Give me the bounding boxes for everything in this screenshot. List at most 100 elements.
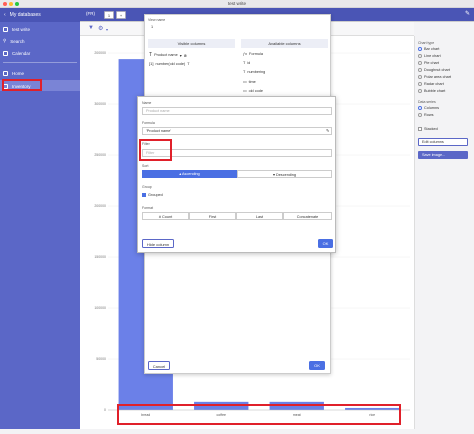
radio-icon (418, 75, 422, 79)
option-label: Radar chart (424, 82, 444, 86)
format-first[interactable]: First (189, 212, 236, 220)
text-icon: T (187, 61, 190, 66)
y-tick-label: 100000 (94, 306, 106, 310)
sort-ascending-button[interactable]: ▴ Ascending (142, 170, 237, 178)
settings-icon[interactable]: ⊗ (184, 53, 187, 58)
checkbox-checked-icon (142, 193, 146, 197)
y-tick-label: 200000 (94, 204, 106, 208)
database-icon (3, 26, 8, 32)
calendar-icon (3, 50, 8, 56)
available-column-item[interactable]: ▭ time (243, 79, 256, 85)
highlight-inventory (2, 79, 42, 91)
sidebar-item-database[interactable]: test write (3, 25, 30, 33)
sort-descending-label: Descending (275, 173, 297, 177)
option-label: Columns (424, 106, 439, 110)
view-tab-1[interactable]: 1 (104, 11, 114, 19)
radio-icon (418, 61, 422, 65)
chart-type-bubble[interactable]: Bubble chart (418, 89, 445, 93)
view-name-input[interactable]: 1 (148, 24, 328, 32)
gear-icon[interactable]: ⚙ (98, 25, 103, 32)
chart-type-polar[interactable]: Polar area chart (418, 75, 451, 79)
visible-column-item[interactable]: T Product name ▾ ⊗ (149, 52, 187, 58)
hide-column-button[interactable]: Hide column (142, 239, 174, 248)
chart-type-radar[interactable]: Radar chart (418, 82, 444, 86)
dialog-ok-button[interactable]: OK (318, 239, 333, 248)
formula-edit-icon[interactable]: ✎ (326, 128, 329, 133)
home-icon (3, 70, 8, 76)
option-label: Bar chart (424, 47, 440, 51)
sidebar: ‹ My databases test write ⚲ Search Calen… (0, 8, 80, 429)
data-series-heading: Data series (418, 100, 436, 104)
group-label: Group (142, 185, 152, 189)
format-last[interactable]: Last (236, 212, 283, 220)
available-column-item[interactable]: Tid (243, 61, 250, 65)
y-tick-label: 300000 (94, 102, 106, 106)
sidebar-item-home[interactable]: Home (3, 69, 24, 77)
filter-icon[interactable]: ▼ (88, 25, 94, 31)
number-icon: ▭ (243, 89, 247, 93)
back-to-databases[interactable]: ‹ My databases (0, 8, 80, 22)
radio-icon (418, 47, 422, 51)
available-column-item[interactable]: ƒx Formula (243, 52, 263, 56)
chart-options-panel: Chart type Bar chart Line chart Pie char… (414, 36, 474, 429)
sidebar-divider (3, 62, 77, 63)
column-label: Product name (154, 53, 178, 57)
series-columns[interactable]: Columns (418, 106, 439, 110)
formula-label: Formula (142, 121, 155, 125)
save-image-button[interactable]: Save image... (418, 151, 468, 159)
view-name-label: View name (148, 18, 166, 22)
chart-type-heading: Chart type (418, 41, 435, 45)
y-tick-label: 0 (104, 408, 106, 412)
available-column-item[interactable]: ▭ old code (243, 88, 263, 94)
chevron-down-icon[interactable]: ▾ (180, 53, 182, 58)
radio-icon (418, 68, 422, 72)
series-rows[interactable]: Rows (418, 113, 434, 117)
stacked-checkbox[interactable]: Stacked (418, 127, 438, 131)
name-label: Name (142, 101, 152, 105)
option-label: Pie chart (424, 61, 439, 65)
chart-type-doughnut[interactable]: Doughnut chart (418, 68, 450, 72)
number-icon: [1] (149, 61, 154, 66)
sort-descending-button[interactable]: ▾ Descending (237, 170, 332, 178)
format-label: Format (142, 206, 154, 210)
column-edit-dialog: Name Product name Formula 'Product name'… (137, 96, 336, 253)
window-titlebar: test write (0, 0, 474, 8)
chart-type-bar[interactable]: Bar chart (418, 47, 439, 51)
edit-columns-button[interactable]: Edit columns (418, 138, 468, 146)
checkbox-icon (418, 127, 422, 131)
option-label: Rows (424, 113, 434, 117)
radio-icon (418, 54, 422, 58)
chart-type-line[interactable]: Line chart (418, 54, 441, 58)
column-label: id (247, 61, 251, 65)
available-column-item[interactable]: Tnumbering (243, 70, 265, 74)
chevron-down-icon[interactable]: ▾ (106, 27, 108, 32)
wrench-icon[interactable]: ✎ (465, 10, 470, 17)
name-input[interactable]: Product name (142, 107, 332, 115)
highlight-categories (117, 404, 401, 425)
visible-column-item[interactable]: [1] number(old code) T (149, 61, 190, 66)
sidebar-item-label: test write (12, 26, 31, 32)
search-icon: ⚲ (3, 38, 7, 43)
add-view-button[interactable]: + (116, 11, 126, 19)
format-concatenate[interactable]: Concatenate (283, 212, 332, 220)
sort-label: Sort (142, 164, 149, 168)
format-count[interactable]: # Count (142, 212, 189, 220)
sidebar-item-calendar[interactable]: Calendar (3, 49, 30, 57)
sidebar-item-search[interactable]: ⚲ Search (3, 37, 25, 45)
ok-button[interactable]: OK (309, 361, 325, 370)
chart-type-pie[interactable]: Pie chart (418, 61, 439, 65)
formula-icon: ƒx (243, 52, 248, 56)
available-columns-header: Available columns (241, 39, 328, 48)
option-label: Stacked (424, 127, 438, 131)
column-label: old code (248, 88, 263, 93)
formula-input[interactable]: 'Product name' (142, 127, 332, 135)
y-tick-label: 50000 (96, 357, 106, 361)
option-label: Bubble chart (424, 89, 446, 93)
grouped-checkbox[interactable]: Grouped (142, 193, 163, 197)
y-tick-label: 200000 (94, 51, 106, 55)
radio-icon (418, 106, 422, 110)
column-label: numbering (247, 70, 266, 74)
text-icon: T (243, 70, 246, 74)
cancel-button[interactable]: Cancel (148, 361, 170, 370)
topbar-label: (FR) (86, 11, 95, 16)
